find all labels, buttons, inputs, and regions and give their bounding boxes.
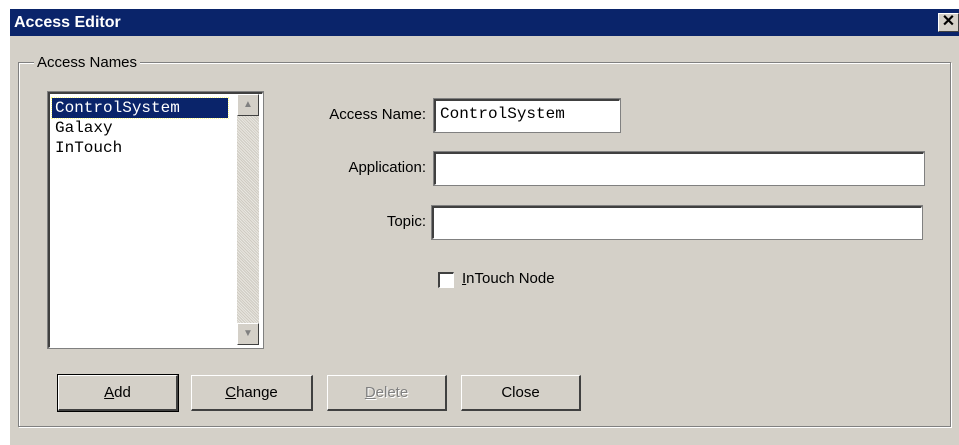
title-bar[interactable]: Access Editor (10, 9, 959, 36)
intouch-node-checkbox[interactable] (438, 272, 454, 288)
scroll-down-icon[interactable]: ▼ (237, 323, 259, 345)
delete-button-label: elete (375, 384, 409, 401)
access-names-listbox[interactable]: ControlSystem Galaxy InTouch ▲ ▼ (47, 91, 264, 349)
access-name-label: Access Name: (329, 106, 426, 123)
list-items: ControlSystem Galaxy InTouch (51, 97, 229, 158)
add-button-label: dd (114, 384, 131, 401)
application-label: Application: (348, 159, 426, 176)
list-item-intouch[interactable]: InTouch (52, 138, 228, 158)
list-scrollbar[interactable]: ▲ ▼ (237, 94, 259, 345)
close-window-button[interactable]: ✕ (938, 13, 959, 32)
groupbox-label: Access Names (34, 54, 141, 71)
add-button-mnemonic: A (104, 384, 115, 401)
delete-button: Delete (327, 375, 447, 411)
topic-label: Topic: (386, 213, 426, 230)
window-title: Access Editor (14, 14, 121, 31)
change-button[interactable]: Change (191, 375, 313, 411)
change-button-mnemonic: C (225, 384, 237, 401)
intouch-node-label[interactable]: InTouch Node (462, 270, 555, 287)
topic-field[interactable] (431, 205, 923, 240)
access-name-field[interactable]: ControlSystem (433, 98, 621, 133)
list-item-galaxy[interactable]: Galaxy (52, 118, 228, 138)
intouch-node-label-text: nTouch Node (466, 270, 555, 287)
close-button[interactable]: Close (461, 375, 581, 411)
delete-button-mnemonic: D (364, 384, 376, 401)
add-button[interactable]: Add (57, 374, 179, 412)
change-button-label: hange (236, 384, 278, 401)
application-field[interactable] (433, 151, 925, 186)
list-item-controlsystem[interactable]: ControlSystem (51, 97, 229, 119)
scroll-up-icon[interactable]: ▲ (237, 94, 259, 116)
